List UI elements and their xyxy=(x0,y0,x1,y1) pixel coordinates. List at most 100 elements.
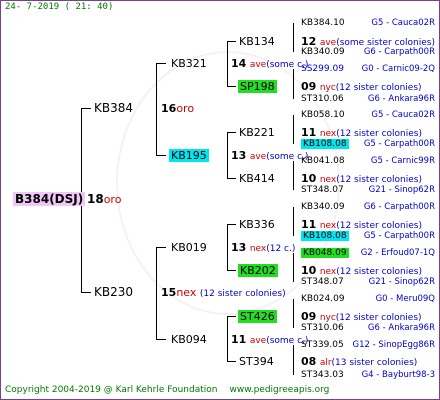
connector xyxy=(156,247,157,339)
connector xyxy=(156,63,166,64)
gen3-num: 11 xyxy=(301,126,317,139)
connector xyxy=(81,292,91,293)
gen3-extra: (12 sister colonies) xyxy=(335,313,422,323)
connector xyxy=(293,207,294,236)
gen4-name[interactable]: ST348.07 xyxy=(301,185,344,196)
gen2-name[interactable]: KB094 xyxy=(171,333,207,346)
gen3-extra: (13 sister colonies) xyxy=(331,358,418,368)
gen4-name[interactable]: ST348.07 xyxy=(301,277,344,288)
gen2-name-label: KB195 xyxy=(169,149,209,162)
gen4-info: G6 - Carpath00R xyxy=(363,47,435,57)
gen4-name[interactable]: KB384.10 xyxy=(301,18,345,29)
gen4-info: G5 - Carpath00R xyxy=(363,231,435,241)
gen3-extra: (12 sister colonies) xyxy=(336,129,422,139)
gen4-name-label: KB108.08 xyxy=(301,231,349,241)
gen2-score: 14 ave(some c.) xyxy=(231,57,308,72)
gen4-name[interactable]: SS299.09 xyxy=(301,64,344,75)
gen3-num: 09 xyxy=(301,310,317,323)
connector xyxy=(81,108,91,109)
connector xyxy=(293,69,294,99)
gen4-name[interactable]: KB024.09 xyxy=(301,294,345,305)
gen4-name[interactable]: KB108.08 xyxy=(301,231,349,242)
gen4-name[interactable]: KB340.09 xyxy=(301,47,345,58)
gen2-num: 13 xyxy=(231,241,247,254)
gen2-score: 11 ave(some c.) xyxy=(231,333,308,348)
connector xyxy=(156,155,166,156)
connector xyxy=(227,132,228,178)
connector xyxy=(227,361,236,362)
gen3-score: 09 nyc(12 sister colonies) xyxy=(301,80,422,95)
gen1-score: 15nex (12 sister colonies) xyxy=(161,286,286,301)
gen4-name[interactable]: ST310.06 xyxy=(301,94,344,105)
gen3-tag: nex xyxy=(319,129,337,139)
connector xyxy=(227,316,236,317)
root-tag: oro xyxy=(103,193,122,206)
gen4-name[interactable]: KB058.10 xyxy=(301,110,345,121)
connector xyxy=(227,86,236,87)
gen3-tag: nex xyxy=(319,267,337,277)
gen4-info: G6 - Ankara96R xyxy=(367,323,435,333)
connector xyxy=(227,270,236,271)
gen3-name-label: SP198 xyxy=(238,80,277,93)
root-num: 18 xyxy=(87,192,104,206)
gen3-name[interactable]: KB221 xyxy=(239,126,275,139)
site-link[interactable]: www.pedigreeapis.org xyxy=(229,385,329,395)
gen4-info: G0 - Carnic09-2Q xyxy=(361,64,435,74)
gen1-name[interactable]: KB230 xyxy=(94,286,133,299)
gen3-tag: nex xyxy=(319,175,337,185)
connector xyxy=(293,161,294,190)
gen3-extra: (12 sister colonies) xyxy=(336,175,422,185)
gen2-score: 13 ave(some c.) xyxy=(231,149,308,164)
gen4-info: G21 - Sinop62R xyxy=(368,185,435,195)
gen4-name[interactable]: ST310.06 xyxy=(301,323,344,334)
gen4-name[interactable]: KB048.09 xyxy=(301,248,349,259)
gen3-tag: nyc xyxy=(319,313,336,323)
gen4-name[interactable]: KB340.09 xyxy=(301,202,345,213)
gen4-info: G6 - Ankara96R xyxy=(367,94,435,104)
gen2-extra: (12 c.) xyxy=(266,244,296,254)
connector xyxy=(156,339,166,340)
gen2-score: 13 nex(12 c.) xyxy=(231,241,295,256)
gen3-name[interactable]: KB336 xyxy=(239,218,275,231)
connector xyxy=(227,316,228,361)
gen2-name[interactable]: KB195 xyxy=(169,149,209,162)
gen1-tag: nex xyxy=(176,286,197,299)
connector xyxy=(227,132,236,133)
root-score: 18oro xyxy=(87,192,122,207)
gen3-extra: (12 sister colonies) xyxy=(336,267,422,277)
connector xyxy=(293,299,294,328)
gen3-name-label: KB202 xyxy=(238,264,278,277)
gen4-name[interactable]: KB041.08 xyxy=(301,156,345,167)
gen4-name[interactable]: KB108.08 xyxy=(301,139,349,150)
connector xyxy=(227,41,228,86)
gen3-name[interactable]: KB134 xyxy=(239,35,275,48)
connector xyxy=(227,41,236,42)
gen4-name[interactable]: ST343.03 xyxy=(301,370,344,381)
pedigree-chart: 24- 7-2019 ( 21: 40) B384(DSJ) 18oro KB3… xyxy=(0,0,440,400)
gen2-name[interactable]: KB321 xyxy=(171,57,207,70)
gen3-tag: alr xyxy=(319,358,332,368)
gen4-info: G4 - Bayburt98-3 xyxy=(361,370,435,380)
gen3-score: 08 alr(13 sister colonies) xyxy=(301,355,417,370)
gen2-name[interactable]: KB019 xyxy=(171,241,207,254)
connector xyxy=(293,253,294,282)
gen2-tag: ave xyxy=(249,336,267,346)
gen3-num: 11 xyxy=(301,218,317,231)
gen3-name[interactable]: ST394 xyxy=(239,355,274,368)
connector xyxy=(227,224,228,270)
gen1-name[interactable]: KB384 xyxy=(94,102,133,115)
gen3-name-label: ST426 xyxy=(238,310,277,323)
root-queen[interactable]: B384(DSJ) xyxy=(13,192,86,206)
gen2-tag: ave xyxy=(249,152,267,162)
gen4-name-label: KB108.08 xyxy=(301,139,349,149)
gen3-name[interactable]: ST426 xyxy=(238,310,277,323)
gen3-num: 09 xyxy=(301,80,317,93)
gen2-num: 13 xyxy=(231,149,247,162)
gen1-score: 16oro xyxy=(161,102,194,115)
gen3-name[interactable]: KB202 xyxy=(238,264,278,277)
gen4-name-label: KB048.09 xyxy=(301,248,349,258)
gen4-name[interactable]: ST339.05 xyxy=(301,340,344,351)
gen4-info: G21 - Sinop62R xyxy=(368,277,435,287)
gen3-name[interactable]: SP198 xyxy=(238,80,277,93)
gen3-name[interactable]: KB414 xyxy=(239,172,275,185)
